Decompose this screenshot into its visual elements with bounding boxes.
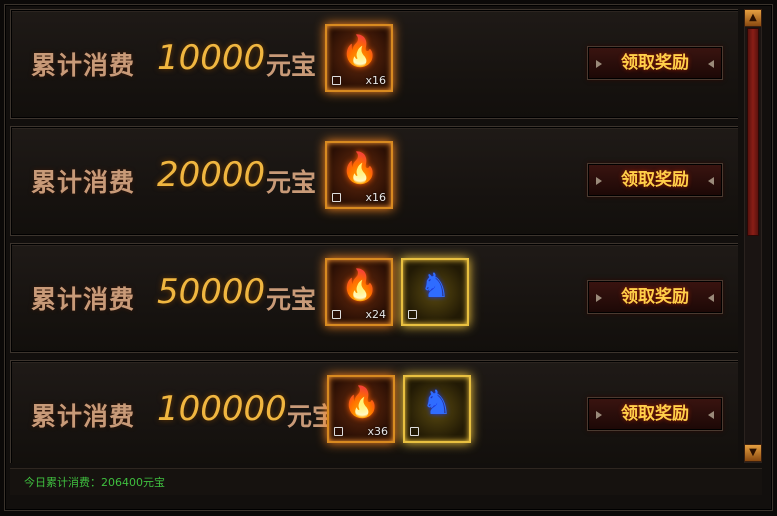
footer-bar: 今日累计消费：206400元宝 (10, 468, 762, 495)
reward-row: 累计消费 10000 元宝 🔥 x16 领取奖励 (10, 9, 738, 119)
claim-reward-button[interactable]: 领取奖励 (587, 397, 723, 431)
blue-spirit-icon: ♞ (421, 383, 453, 423)
daily-spend-text: 今日累计消费：206400元宝 (24, 476, 165, 489)
reward-item-slot[interactable]: ♞ (403, 375, 471, 443)
reward-item-slot[interactable]: 🔥 x24 (325, 258, 393, 326)
reward-row: 累计消费 20000 元宝 🔥 x16 领取奖励 (10, 126, 738, 236)
lock-icon (332, 76, 341, 85)
reward-list: 累计消费 10000 元宝 🔥 x16 领取奖励 累计消费 20000 元宝 🔥 x16 领取奖励 累计… (10, 9, 738, 463)
item-count: x16 (365, 74, 386, 87)
lock-icon (334, 427, 343, 436)
claim-reward-button[interactable]: 领取奖励 (587, 46, 723, 80)
arrow-up-icon[interactable]: ▲ (744, 9, 762, 27)
currency-unit: 元宝 (266, 285, 317, 314)
fire-crystal-icon: 🔥 (343, 385, 381, 420)
spend-amount: 10000 (157, 38, 266, 78)
reward-item-slot[interactable]: 🔥 x16 (325, 141, 393, 209)
spend-amount: 100000 (157, 389, 287, 429)
blue-spirit-icon: ♞ (419, 266, 451, 306)
spend-label: 累计消费 (31, 168, 136, 197)
claim-reward-button[interactable]: 领取奖励 (587, 163, 723, 197)
reward-item-slot[interactable]: ♞ (401, 258, 469, 326)
arrow-down-icon[interactable]: ▼ (744, 444, 762, 462)
spend-label: 累计消费 (31, 285, 136, 314)
item-count: x36 (367, 425, 388, 438)
reward-row: 累计消费 100000 元宝 🔥 x36 ♞ 领取奖励 (10, 360, 738, 463)
reward-item-slot[interactable]: 🔥 x36 (327, 375, 395, 443)
spend-label: 累计消费 (31, 402, 136, 431)
currency-unit: 元宝 (266, 51, 317, 80)
item-count: x24 (365, 308, 386, 321)
fire-crystal-icon: 🔥 (341, 34, 379, 69)
lock-icon (332, 310, 341, 319)
reward-row: 累计消费 50000 元宝 🔥 x24 ♞ 领取奖励 (10, 243, 738, 353)
currency-unit: 元宝 (266, 168, 317, 197)
scrollbar-thumb[interactable] (747, 28, 759, 236)
lock-icon (332, 193, 341, 202)
spend-label: 累计消费 (31, 51, 136, 80)
spend-amount: 50000 (157, 272, 266, 312)
lock-icon (408, 310, 417, 319)
spend-amount: 20000 (157, 155, 266, 195)
fire-crystal-icon: 🔥 (341, 151, 379, 186)
fire-crystal-icon: 🔥 (341, 268, 379, 303)
claim-reward-button[interactable]: 领取奖励 (587, 280, 723, 314)
reward-item-slot[interactable]: 🔥 x16 (325, 24, 393, 92)
lock-icon (410, 427, 419, 436)
item-count: x16 (365, 191, 386, 204)
